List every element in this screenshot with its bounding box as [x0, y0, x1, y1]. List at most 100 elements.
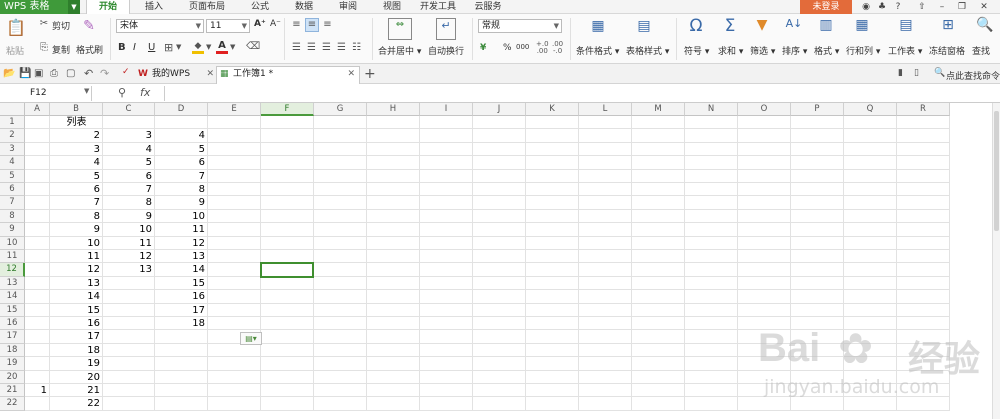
spreadsheet-grid[interactable]: ABCDEFGHIJKLMNOPQR 1 2 3 4 5 6 7 8 9 10 11 12 13 14 15… [0, 103, 992, 419]
cell-c11[interactable]: 12 [103, 250, 155, 263]
close-tab-icon[interactable]: ✕ [206, 67, 214, 82]
find-icon[interactable]: 🔍 [975, 17, 995, 39]
chevron-down-icon[interactable]: ▼ [84, 87, 89, 95]
column-header-r[interactable]: R [897, 103, 950, 116]
align-center-icon[interactable]: ☰ [305, 42, 318, 53]
cell-d10[interactable]: 12 [155, 237, 208, 250]
cell-b9[interactable]: 9 [50, 223, 103, 236]
cell-d4[interactable]: 6 [155, 156, 208, 169]
print-preview-icon[interactable]: ▢ [66, 68, 75, 79]
cell-c3[interactable]: 4 [103, 143, 155, 156]
column-header-f[interactable]: F [261, 103, 314, 116]
align-left-icon[interactable]: ☰ [290, 42, 303, 53]
column-header-j[interactable]: J [473, 103, 526, 116]
row-header-1[interactable]: 1 [0, 116, 25, 130]
font-color-icon[interactable]: A [216, 40, 228, 54]
font-shrink-button[interactable]: A⁻ [270, 19, 281, 29]
tab-formulas[interactable]: 公式 [240, 0, 280, 14]
sort-button[interactable]: 排序 ▾ [782, 44, 807, 57]
cell-d12[interactable]: 14 [155, 263, 208, 276]
wrap-text-icon[interactable]: ↵ [436, 18, 456, 40]
column-header-q[interactable]: Q [844, 103, 897, 116]
distributed-icon[interactable]: ☷ [350, 42, 363, 53]
function-button[interactable]: fx [140, 86, 150, 99]
merge-center-icon[interactable]: ⇔ [388, 18, 412, 40]
row-header-8[interactable]: 8 [0, 209, 25, 224]
export-pdf-icon[interactable]: ▣ [34, 68, 43, 79]
row-header-3[interactable]: 3 [0, 142, 25, 157]
currency-button[interactable]: ¥ [480, 43, 486, 53]
row-header-15[interactable]: 15 [0, 303, 25, 317]
tab-my-wps[interactable]: W 我的WPS ✕ [136, 67, 216, 84]
wrap-text-button[interactable]: 自动换行 [428, 44, 464, 57]
row-header-6[interactable]: 6 [0, 183, 25, 197]
comma-button[interactable]: 000 [516, 43, 529, 51]
print-icon[interactable]: ⎙ [50, 68, 58, 79]
cell-b18[interactable]: 18 [50, 344, 103, 357]
save-icon[interactable]: 💾 [19, 68, 31, 79]
tab-developer[interactable]: 开发工具 [414, 0, 462, 14]
row-header-19[interactable]: 19 [0, 357, 25, 371]
increase-decimal-icon[interactable]: +.0.00 [536, 41, 549, 55]
font-grow-button[interactable]: A⁺ [254, 19, 266, 29]
close-tab-icon[interactable]: ✕ [347, 67, 355, 82]
active-cell[interactable] [260, 262, 314, 278]
sum-icon[interactable]: Σ [720, 16, 740, 38]
row-header-16[interactable]: 16 [0, 317, 25, 331]
format-button[interactable]: 格式 ▾ [814, 44, 839, 57]
rows-cols-icon[interactable]: ▦ [852, 17, 872, 39]
row-header-18[interactable]: 18 [0, 343, 25, 358]
cell-c7[interactable]: 8 [103, 196, 155, 209]
conditional-format-button[interactable]: 条件格式 ▾ [576, 44, 619, 57]
underline-button[interactable]: U [148, 42, 155, 53]
column-header-n[interactable]: N [685, 103, 738, 116]
chevron-down-icon[interactable]: ▼ [176, 43, 181, 51]
cell-d15[interactable]: 17 [155, 304, 208, 317]
justify-icon[interactable]: ☰ [335, 42, 348, 53]
column-header-i[interactable]: I [420, 103, 473, 116]
cell-a21[interactable]: 1 [25, 384, 50, 397]
column-header-c[interactable]: C [103, 103, 155, 116]
align-right-icon[interactable]: ☰ [320, 42, 333, 53]
login-button[interactable]: 未登录 [800, 0, 852, 14]
column-header-a[interactable]: A [25, 103, 50, 116]
tab-review[interactable]: 审阅 [328, 0, 368, 14]
tab-home[interactable]: 开始 [86, 0, 130, 14]
command-search[interactable]: 点此查找命令 [946, 69, 1000, 82]
cell-d9[interactable]: 11 [155, 223, 208, 236]
row-header-21[interactable]: 21 [0, 384, 25, 398]
chevron-down-icon[interactable]: ▼ [206, 43, 211, 51]
cut-icon[interactable]: ✂ [38, 18, 50, 29]
cell-b4[interactable]: 4 [50, 156, 103, 169]
undo-icon[interactable]: ↶ [84, 67, 93, 80]
column-header-o[interactable]: O [738, 103, 791, 116]
freeze-panes-button[interactable]: 冻结窗格 [929, 44, 965, 57]
row-header-9[interactable]: 9 [0, 223, 25, 237]
cell-b1[interactable]: 列表 [50, 116, 103, 129]
cell-b21[interactable]: 21 [50, 384, 103, 397]
cell-c12[interactable]: 13 [103, 263, 155, 276]
tab-data[interactable]: 数据 [284, 0, 324, 14]
cell-b11[interactable]: 11 [50, 250, 103, 263]
name-box[interactable]: F12 [0, 86, 92, 101]
cell-b8[interactable]: 8 [50, 210, 103, 223]
column-header-k[interactable]: K [526, 103, 579, 116]
copy-button[interactable]: 复制 [52, 43, 70, 56]
column-header-d[interactable]: D [155, 103, 208, 116]
row-header-22[interactable]: 22 [0, 397, 25, 411]
app-logo-menu[interactable]: WPS 表格 ▼ [0, 0, 80, 14]
tab-cloud[interactable]: 云服务 [466, 0, 510, 14]
chevron-down-icon[interactable]: ▼ [68, 0, 80, 14]
format-icon[interactable]: ▥ [816, 17, 836, 39]
symbol-button[interactable]: 符号 ▾ [684, 44, 709, 57]
clear-format-icon[interactable]: ⌫ [246, 41, 260, 52]
row-header-11[interactable]: 11 [0, 250, 25, 264]
cell-b3[interactable]: 3 [50, 143, 103, 156]
cell-b6[interactable]: 6 [50, 183, 103, 196]
cell-d3[interactable]: 5 [155, 143, 208, 156]
copy-icon[interactable]: ⎘ [38, 42, 50, 53]
table-style-icon[interactable]: ▤ [634, 18, 654, 40]
cell-d16[interactable]: 18 [155, 317, 208, 330]
cell-b10[interactable]: 10 [50, 237, 103, 250]
cell-d5[interactable]: 7 [155, 170, 208, 183]
